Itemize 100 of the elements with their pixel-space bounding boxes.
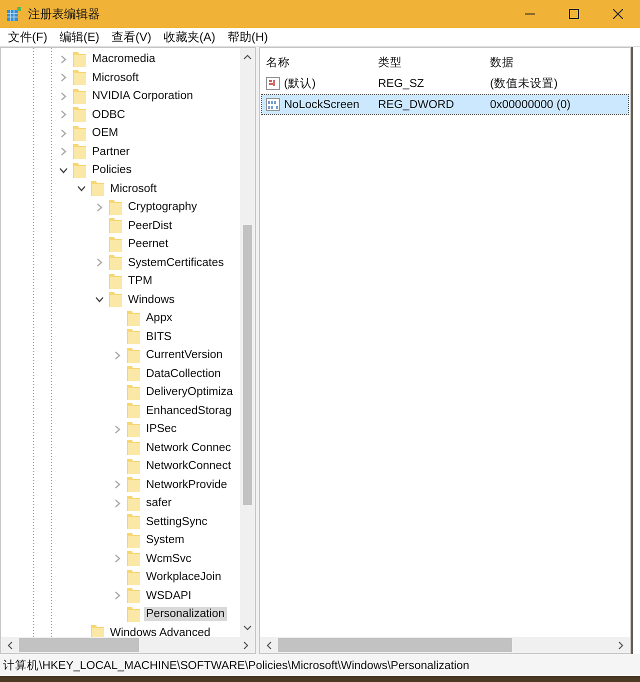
- tree-item[interactable]: OEM: [90, 126, 120, 140]
- chevron-right-icon[interactable]: [59, 73, 68, 82]
- tree-item[interactable]: Network Connec: [144, 440, 234, 455]
- value-row[interactable]: NoLockScreen REG_DWORD 0x00000000 (0): [261, 94, 629, 115]
- tree-item[interactable]: System: [144, 533, 186, 548]
- chevron-right-icon[interactable]: [59, 92, 68, 101]
- tree-item[interactable]: safer: [144, 496, 174, 510]
- menu-item[interactable]: 查看(V): [105, 28, 158, 46]
- scrollbar[interactable]: [240, 48, 255, 637]
- tree-item[interactable]: SettingSync: [144, 514, 210, 529]
- tree-item[interactable]: Microsoft: [90, 70, 141, 85]
- scroll-left-icon[interactable]: [7, 640, 13, 650]
- tree-item[interactable]: Personalization: [144, 607, 227, 622]
- chevron-right-icon[interactable]: [59, 110, 68, 120]
- folder-icon: [126, 365, 141, 382]
- folder-icon: [108, 236, 123, 253]
- tree-item[interactable]: IPSec: [144, 422, 179, 436]
- value-row[interactable]: (默认) REG_SZ (数值未设置): [261, 73, 629, 94]
- tree-item[interactable]: Microsoft: [108, 182, 159, 196]
- chevron-right-icon[interactable]: [113, 591, 122, 600]
- chevron-right-icon[interactable]: [59, 54, 68, 64]
- folder-icon: [72, 143, 87, 160]
- tree-item[interactable]: PeerDist: [126, 218, 174, 233]
- tree-item[interactable]: NetworkProvide: [144, 478, 230, 492]
- tree-item[interactable]: Windows: [126, 292, 177, 307]
- tree-item[interactable]: WSDAPI: [144, 588, 194, 603]
- folder-icon: [126, 587, 141, 604]
- folder-icon: [126, 420, 141, 438]
- chevron-right-icon[interactable]: [95, 258, 104, 268]
- folder-icon: [126, 458, 141, 475]
- scrollbar[interactable]: [260, 637, 630, 653]
- chevron-down-icon[interactable]: [59, 166, 68, 175]
- chevron-right-icon[interactable]: [113, 350, 122, 360]
- folder-icon: [126, 550, 141, 568]
- folder-icon: [108, 272, 123, 290]
- folder-icon: [72, 50, 87, 68]
- chevron-down-icon[interactable]: [77, 184, 86, 194]
- tree-item[interactable]: BITS: [144, 330, 174, 344]
- close-icon: [613, 9, 623, 19]
- folder-icon: [126, 346, 141, 364]
- folder-icon: [108, 217, 123, 234]
- column-header[interactable]: 数据: [486, 55, 628, 70]
- tree-item[interactable]: Appx: [144, 311, 174, 326]
- chevron-right-icon[interactable]: [113, 554, 122, 564]
- scroll-left-icon[interactable]: [266, 640, 272, 650]
- value-name: (默认): [284, 76, 316, 91]
- status-bar-path: 计算机\HKEY_LOCAL_MACHINE\SOFTWARE\Policies\Microsoft\Windows\Personalization: [3, 658, 470, 672]
- value-data: (数值未设置): [489, 76, 559, 91]
- scroll-up-icon[interactable]: [243, 54, 252, 60]
- tree-item[interactable]: Macromedia: [90, 52, 158, 66]
- chevron-right-icon[interactable]: [113, 424, 122, 434]
- tree-item[interactable]: Policies: [90, 163, 134, 178]
- tree-item[interactable]: Partner: [90, 144, 132, 159]
- folder-icon: [90, 180, 105, 198]
- tree-item[interactable]: Cryptography: [126, 200, 200, 214]
- folder-icon: [126, 310, 141, 327]
- folder-icon: [126, 402, 141, 420]
- folder-icon: [126, 384, 141, 401]
- value-type: REG_SZ: [377, 78, 426, 90]
- folder-icon: [72, 69, 87, 86]
- folder-icon: [72, 88, 87, 105]
- window-title: 注册表编辑器: [28, 6, 100, 22]
- value-type: REG_DWORD: [377, 98, 456, 110]
- registry-icon: [6, 6, 22, 22]
- folder-icon: [126, 513, 141, 530]
- scroll-right-icon[interactable]: [618, 640, 624, 650]
- tree-item[interactable]: WorkplaceJoin: [144, 570, 224, 584]
- folder-icon: [126, 532, 141, 549]
- folder-icon: [108, 254, 123, 272]
- menu-item[interactable]: 编辑(E): [53, 28, 106, 46]
- scroll-right-icon[interactable]: [243, 640, 249, 650]
- tree-item[interactable]: WcmSvc: [144, 552, 194, 566]
- tree-item[interactable]: DataCollection: [144, 366, 223, 381]
- column-header[interactable]: 类型: [374, 55, 486, 70]
- folder-icon: [126, 568, 141, 586]
- chevron-right-icon[interactable]: [113, 498, 122, 508]
- tree-item[interactable]: Windows Advanced: [108, 626, 212, 637]
- tree-item[interactable]: NVIDIA Corporation: [90, 89, 195, 104]
- chevron-down-icon[interactable]: [95, 295, 104, 304]
- menu-item[interactable]: 文件(F): [2, 28, 54, 46]
- scrollbar[interactable]: [1, 637, 255, 653]
- tree-item[interactable]: Peernet: [126, 237, 170, 252]
- column-header[interactable]: 名称: [262, 55, 374, 70]
- folder-icon: [126, 606, 141, 623]
- tree-item[interactable]: SystemCertificates: [126, 256, 226, 270]
- chevron-right-icon[interactable]: [59, 128, 68, 138]
- tree-item[interactable]: TPM: [126, 274, 154, 288]
- chevron-right-icon[interactable]: [113, 480, 122, 490]
- scroll-down-icon[interactable]: [243, 625, 252, 631]
- folder-icon: [90, 624, 105, 637]
- menu-item[interactable]: 帮助(H): [221, 28, 274, 46]
- chevron-right-icon[interactable]: [59, 147, 68, 156]
- menu-item[interactable]: 收藏夹(A): [157, 28, 222, 46]
- tree-item[interactable]: NetworkConnect: [144, 459, 234, 474]
- tree-item[interactable]: ODBC: [90, 108, 128, 122]
- folder-icon: [108, 198, 123, 216]
- chevron-right-icon[interactable]: [95, 202, 104, 212]
- tree-item[interactable]: EnhancedStorag: [144, 404, 234, 418]
- tree-item[interactable]: CurrentVersion: [144, 348, 225, 362]
- tree-item[interactable]: DeliveryOptimiza: [144, 385, 235, 400]
